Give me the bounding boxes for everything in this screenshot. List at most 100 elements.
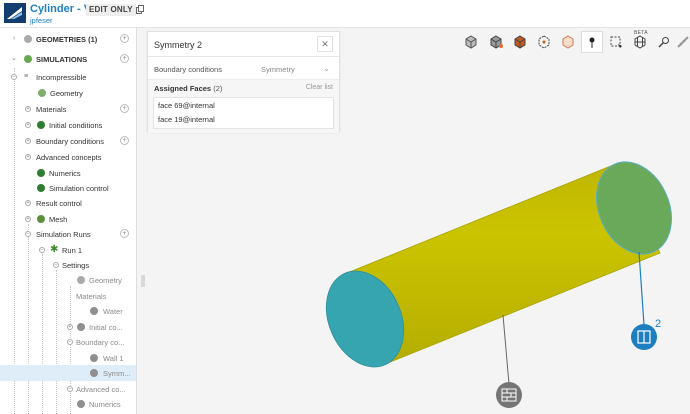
- tree-item-run-advanced[interactable]: − Advanced co...: [0, 381, 136, 397]
- wall-marker[interactable]: [496, 382, 522, 408]
- tree-item-label: Mesh: [49, 215, 68, 224]
- tree-item-initial-conditions[interactable]: + Initial conditions: [0, 117, 136, 133]
- tree-item-label: Simulation Runs: [36, 230, 91, 239]
- collapse-toggle[interactable]: −: [11, 74, 17, 80]
- tree-item-symmetry[interactable]: Symm...: [0, 365, 136, 381]
- expand-toggle[interactable]: +: [67, 324, 73, 330]
- tree-item-run-geometry[interactable]: Geometry: [0, 272, 136, 288]
- add-simulation-button[interactable]: +: [120, 54, 129, 63]
- cube-wire-icon[interactable]: [557, 31, 579, 53]
- tree-item-simulation-runs[interactable]: − Simulation Runs +: [0, 226, 136, 242]
- simulation-icon: [24, 55, 32, 63]
- tree-item-geometry[interactable]: Geometry: [0, 85, 136, 101]
- tree-item-label: Incompressible: [36, 73, 87, 82]
- check-icon: [37, 121, 45, 129]
- boundary-conditions-label: Boundary conditions: [154, 65, 222, 74]
- copy-link-icon[interactable]: [136, 5, 144, 14]
- tree-item-label: Materials: [36, 105, 67, 114]
- geometry-icon: [38, 89, 46, 97]
- probe-icon[interactable]: [653, 31, 675, 53]
- tree-item-materials[interactable]: + Materials +: [0, 101, 136, 117]
- tree-section-simulations[interactable]: ⌄ SIMULATIONS +: [0, 51, 136, 67]
- collapse-toggle[interactable]: −: [39, 247, 45, 253]
- tree-item-mesh[interactable]: + Mesh: [0, 211, 136, 227]
- collapse-toggle[interactable]: −: [67, 339, 73, 345]
- cube-edges-icon[interactable]: [533, 31, 555, 53]
- tree-item-wall-1[interactable]: Wall 1: [0, 350, 136, 366]
- tree-item-run-materials[interactable]: Materials: [0, 288, 136, 304]
- add-run-button[interactable]: +: [120, 229, 129, 238]
- tree-item-label: Boundary co...: [76, 338, 125, 347]
- gear-icon: ✱: [50, 244, 59, 255]
- assigned-faces-label: Assigned Faces (2): [154, 84, 223, 93]
- tree-item-incompressible[interactable]: − ≡ Incompressible: [0, 69, 136, 85]
- check-icon: [90, 354, 98, 362]
- tree-section-geometries[interactable]: › GEOMETRIES (1) +: [0, 31, 136, 47]
- tree-item-label: Run 1: [62, 246, 83, 255]
- project-owner[interactable]: jpfeser: [30, 16, 97, 25]
- tree-item-water[interactable]: Water: [0, 303, 136, 319]
- check-icon: [77, 323, 85, 331]
- check-icon: [90, 307, 98, 315]
- tree-item-label: Materials: [76, 292, 107, 301]
- tree-item-run-1[interactable]: − ✱ Run 1: [0, 242, 136, 258]
- collapse-toggle[interactable]: −: [25, 231, 31, 237]
- collapse-toggle[interactable]: −: [53, 262, 59, 268]
- tree-item-run-numerics[interactable]: Numerics: [0, 396, 136, 412]
- collapse-toggle[interactable]: −: [67, 386, 73, 392]
- tree-item-label: Initial co...: [89, 323, 123, 332]
- geometry-icon: [24, 35, 32, 43]
- simulations-label: SIMULATIONS: [36, 55, 88, 64]
- cube-select-icon[interactable]: [485, 31, 507, 53]
- geometries-label: GEOMETRIES (1): [36, 35, 98, 44]
- analysis-type-icon: ≡: [24, 73, 29, 80]
- tree-item-boundary-conditions[interactable]: + Boundary conditions +: [0, 133, 136, 149]
- tree-item-simulation-control[interactable]: Simulation control: [0, 180, 136, 196]
- add-boundary-condition-button[interactable]: +: [120, 136, 129, 145]
- expand-toggle[interactable]: +: [25, 122, 31, 128]
- edit-mode-badge: EDIT ONLY: [86, 4, 136, 16]
- tree-item-label: Wall 1: [103, 354, 124, 363]
- face-item[interactable]: face 19@internal: [158, 115, 215, 124]
- tree-item-label: Boundary conditions: [36, 137, 104, 146]
- symmetry-marker-count: 2: [655, 318, 662, 330]
- simulation-tree: › GEOMETRIES (1) + ⌄ SIMULATIONS + − ≡ I…: [0, 28, 137, 414]
- expand-toggle[interactable]: +: [25, 106, 31, 112]
- expand-toggle[interactable]: +: [25, 154, 31, 160]
- tree-item-run-initial-conditions[interactable]: + Initial co...: [0, 319, 136, 335]
- cube-faces-icon[interactable]: [509, 31, 531, 53]
- expand-toggle[interactable]: +: [25, 216, 31, 222]
- tree-item-settings[interactable]: − Settings: [0, 257, 136, 273]
- chevron-down-icon[interactable]: ⌄: [11, 55, 17, 62]
- top-bar: Cylinder - V1 jpfeser EDIT ONLY: [0, 0, 690, 28]
- simscale-logo[interactable]: [4, 3, 26, 23]
- check-icon: [37, 184, 45, 192]
- tree-item-numerics[interactable]: Numerics: [0, 165, 136, 181]
- tree-item-label: Advanced co...: [76, 385, 126, 394]
- measure-icon[interactable]: [676, 31, 690, 53]
- tree-item-result-control[interactable]: + Result control: [0, 195, 136, 211]
- check-icon: [37, 169, 45, 177]
- expand-toggle[interactable]: +: [25, 200, 31, 206]
- panel-title: Symmetry 2: [154, 40, 203, 50]
- tree-item-label: Result control: [36, 199, 82, 208]
- add-geometry-button[interactable]: +: [120, 34, 129, 43]
- point-icon[interactable]: [581, 31, 603, 53]
- boundary-condition-select[interactable]: Symmetry: [261, 65, 295, 74]
- cube-grid-icon[interactable]: [629, 31, 651, 53]
- add-material-button[interactable]: +: [120, 104, 129, 113]
- close-icon[interactable]: ✕: [317, 36, 333, 52]
- tree-item-advanced-concepts[interactable]: + Advanced concepts: [0, 149, 136, 165]
- expand-toggle[interactable]: +: [25, 138, 31, 144]
- leader-line: [638, 251, 645, 326]
- tree-item-run-boundary-conditions[interactable]: − Boundary co...: [0, 334, 136, 350]
- chevron-down-icon[interactable]: ⌄: [323, 64, 330, 73]
- tree-item-label: Numerics: [49, 169, 81, 178]
- clear-list-button[interactable]: Clear list: [306, 84, 333, 91]
- face-item[interactable]: face 69@internal: [158, 101, 215, 110]
- box-select-icon[interactable]: [605, 31, 627, 53]
- assigned-faces-list[interactable]: face 69@internal face 19@internal: [153, 97, 334, 129]
- chevron-right-icon[interactable]: ›: [11, 35, 17, 42]
- cube-view-icon[interactable]: [460, 31, 482, 53]
- panel-resize-handle[interactable]: [141, 275, 145, 287]
